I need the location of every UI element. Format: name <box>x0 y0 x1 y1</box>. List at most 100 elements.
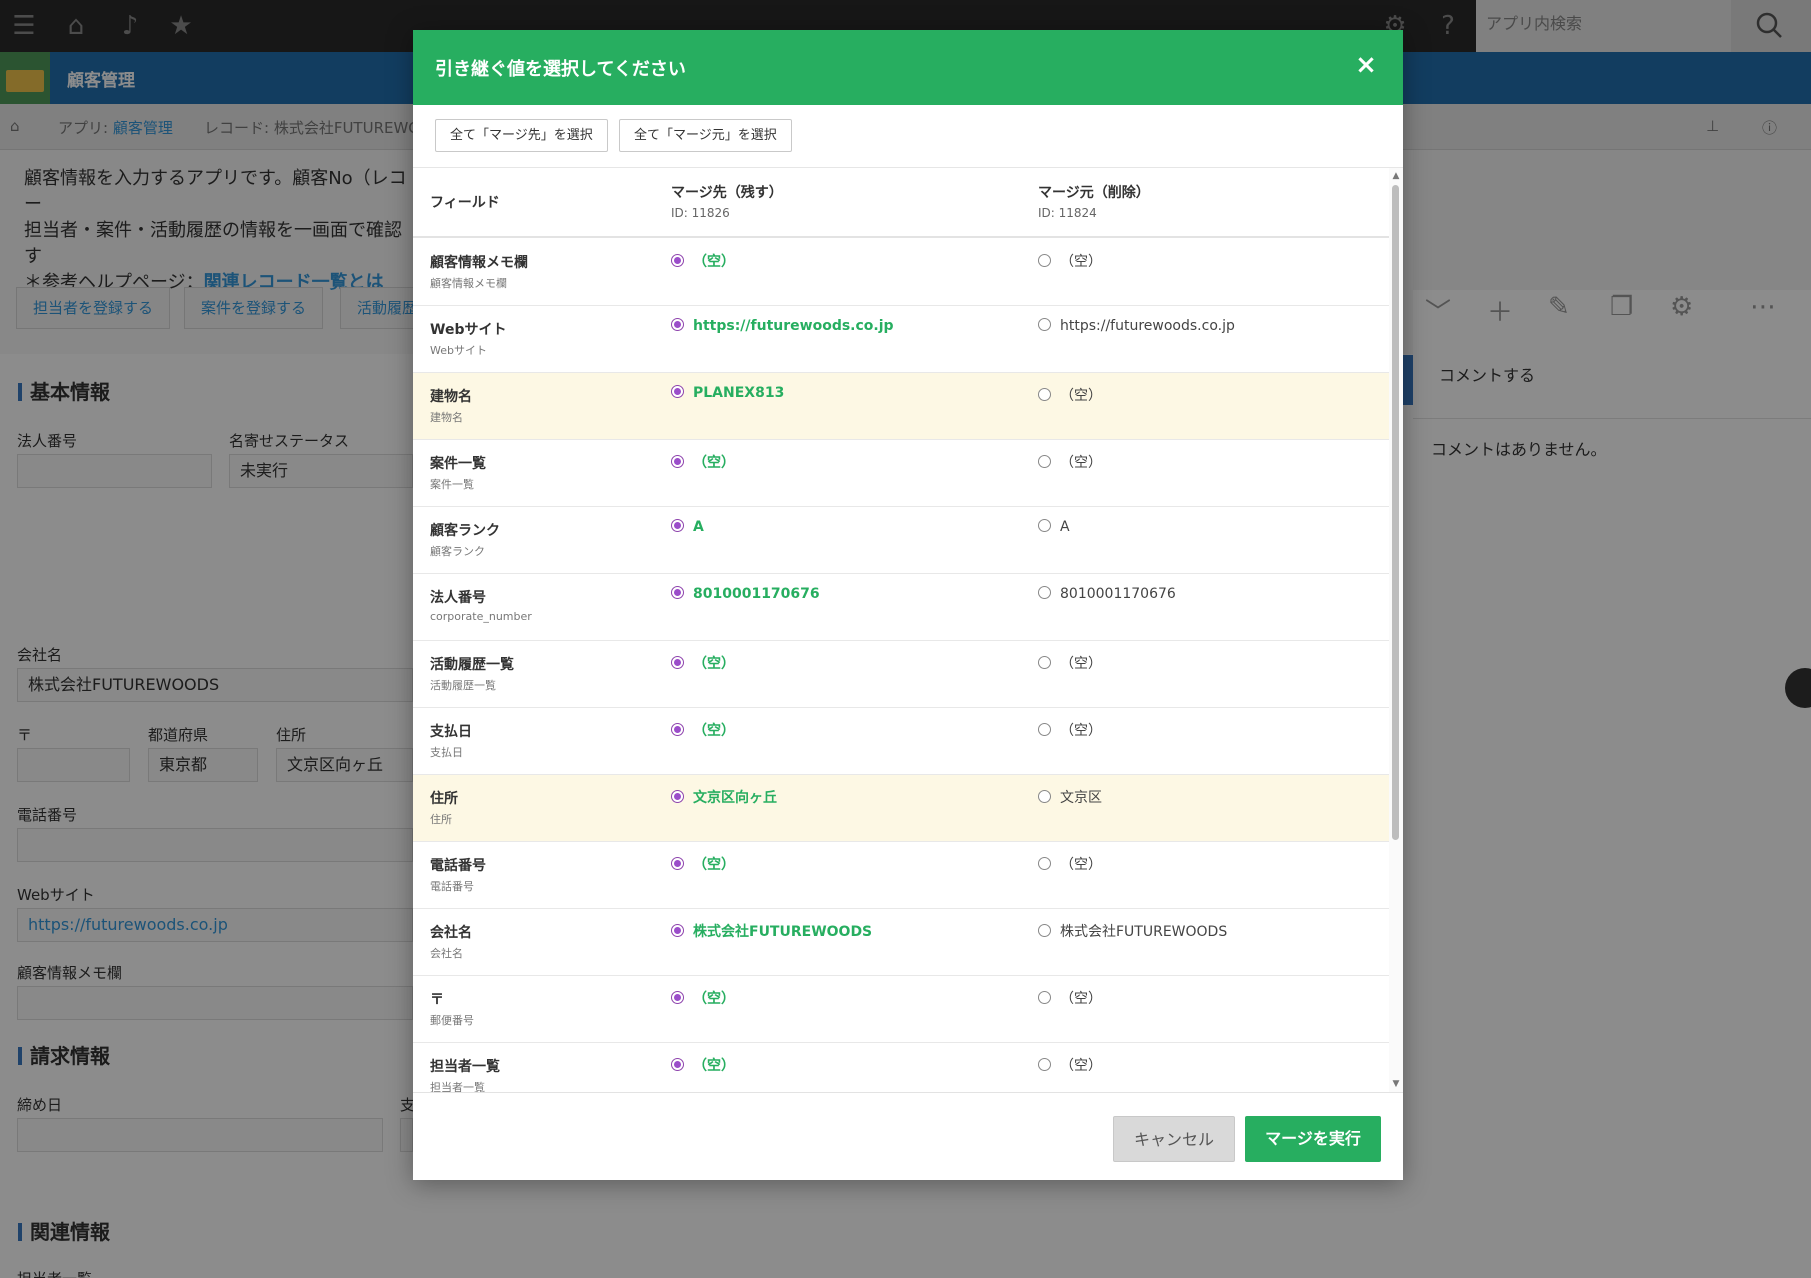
scroll-up-icon[interactable]: ▲ <box>1390 170 1402 182</box>
radio-selected-icon[interactable] <box>671 656 684 669</box>
target-value-option[interactable]: 8010001170676 <box>671 586 820 602</box>
column-target: マージ先（残す） <box>671 185 783 201</box>
source-value-option[interactable]: （空） <box>1038 385 1102 405</box>
radio-unselected-icon[interactable] <box>1038 1058 1051 1071</box>
source-value-option[interactable]: 文京区 <box>1038 787 1102 807</box>
source-value: （空） <box>1060 723 1102 739</box>
radio-unselected-icon[interactable] <box>1038 723 1051 736</box>
radio-unselected-icon[interactable] <box>1038 519 1051 532</box>
radio-selected-icon[interactable] <box>671 924 684 937</box>
target-value-option[interactable]: （空） <box>671 988 735 1008</box>
source-value: https://futurewoods.co.jp <box>1060 318 1235 334</box>
close-icon[interactable]: × <box>1351 50 1381 80</box>
merge-row: 支払日 支払日 （空） （空） <box>413 708 1389 775</box>
source-value: （空） <box>1060 388 1102 404</box>
radio-unselected-icon[interactable] <box>1038 455 1051 468</box>
target-value-option[interactable]: 株式会社FUTUREWOODS <box>671 921 872 941</box>
field-code: 案件一覧 <box>430 478 474 491</box>
target-value-option[interactable]: （空） <box>671 720 735 740</box>
cancel-button[interactable]: キャンセル <box>1113 1116 1235 1162</box>
target-value: 株式会社FUTUREWOODS <box>693 924 873 940</box>
target-value-option[interactable]: （空） <box>671 653 735 673</box>
select-all-target-button[interactable]: 全て「マージ先」を選択 <box>435 119 608 152</box>
radio-selected-icon[interactable] <box>671 723 684 736</box>
merge-row: 案件一覧 案件一覧 （空） （空） <box>413 440 1389 507</box>
source-value: （空） <box>1060 656 1102 672</box>
radio-unselected-icon[interactable] <box>1038 656 1051 669</box>
field-name: 担当者一覧 <box>430 1059 500 1075</box>
target-value: （空） <box>693 991 735 1007</box>
radio-selected-icon[interactable] <box>671 318 684 331</box>
radio-selected-icon[interactable] <box>671 991 684 1004</box>
merge-dialog: 引き継ぐ値を選択してください × 全て「マージ先」を選択 全て「マージ元」を選択… <box>413 30 1403 1180</box>
target-value-option[interactable]: PLANEX813 <box>671 385 784 401</box>
merge-row: 法人番号 corporate_number 8010001170676 8010001… <box>413 574 1389 641</box>
radio-unselected-icon[interactable] <box>1038 318 1051 331</box>
radio-selected-icon[interactable] <box>671 385 684 398</box>
radio-selected-icon[interactable] <box>671 857 684 870</box>
target-value: （空） <box>693 723 735 739</box>
radio-unselected-icon[interactable] <box>1038 857 1051 870</box>
merge-row: 〒郵便番号 （空） （空） <box>413 976 1389 1043</box>
field-name: 活動履歴一覧 <box>430 657 514 673</box>
radio-unselected-icon[interactable] <box>1038 790 1051 803</box>
dialog-title: 引き継ぐ値を選択してください <box>435 59 686 80</box>
target-value-option[interactable]: （空） <box>671 1055 735 1075</box>
merge-row: 会社名 会社名 株式会社FUTUREWOODS 株式会社FUTUREWOODS <box>413 909 1389 976</box>
target-value: A <box>693 519 704 535</box>
target-record-id: ID: 11826 <box>671 206 730 220</box>
field-code: 支払日 <box>430 746 463 759</box>
source-value-option[interactable]: （空） <box>1038 854 1102 874</box>
target-value-option[interactable]: https://futurewoods.co.jp <box>671 318 894 334</box>
dialog-header: 引き継ぐ値を選択してください × <box>413 30 1403 105</box>
source-value-option[interactable]: https://futurewoods.co.jp <box>1038 318 1235 334</box>
source-value-option[interactable]: A <box>1038 519 1070 535</box>
radio-selected-icon[interactable] <box>671 586 684 599</box>
radio-unselected-icon[interactable] <box>1038 991 1051 1004</box>
source-value-option[interactable]: （空） <box>1038 720 1102 740</box>
radio-unselected-icon[interactable] <box>1038 924 1051 937</box>
merge-row: 建物名 建物名 PLANEX813 （空） <box>413 373 1389 440</box>
merge-row: 活動履歴一覧 活動履歴一覧 （空） （空） <box>413 641 1389 708</box>
radio-selected-icon[interactable] <box>671 254 684 267</box>
merge-row: Webサイト Webサイト https://futurewoods.co.jp htt… <box>413 306 1389 373</box>
target-value-option[interactable]: （空） <box>671 251 735 271</box>
target-value-option[interactable]: （空） <box>671 452 735 472</box>
radio-selected-icon[interactable] <box>671 790 684 803</box>
source-value-option[interactable]: （空） <box>1038 452 1102 472</box>
target-value: https://futurewoods.co.jp <box>693 318 894 334</box>
source-value-option[interactable]: （空） <box>1038 1055 1102 1075</box>
field-code: 活動履歴一覧 <box>430 679 496 692</box>
scroll-down-icon[interactable]: ▼ <box>1390 1078 1402 1090</box>
source-value: 文京区 <box>1060 790 1102 806</box>
source-value-option[interactable]: 株式会社FUTUREWOODS <box>1038 921 1227 941</box>
target-value: （空） <box>693 1058 735 1074</box>
radio-selected-icon[interactable] <box>671 1058 684 1071</box>
field-code: Webサイト <box>430 344 487 357</box>
source-value-option[interactable]: （空） <box>1038 988 1102 1008</box>
radio-selected-icon[interactable] <box>671 455 684 468</box>
radio-unselected-icon[interactable] <box>1038 388 1051 401</box>
target-value: 文京区向ヶ丘 <box>693 790 777 806</box>
select-all-source-button[interactable]: 全て「マージ元」を選択 <box>619 119 792 152</box>
execute-merge-button[interactable]: マージを実行 <box>1245 1116 1381 1162</box>
source-value: 株式会社FUTUREWOODS <box>1060 924 1228 940</box>
merge-field-list: 顧客情報メモ欄 顧客情報メモ欄 （空） （空） Webサイト Webサイト https://… <box>413 239 1389 1127</box>
source-value-option[interactable]: 8010001170676 <box>1038 586 1176 602</box>
source-value-option[interactable]: （空） <box>1038 653 1102 673</box>
target-value-option[interactable]: （空） <box>671 854 735 874</box>
field-name: 〒 <box>430 992 444 1008</box>
target-value-option[interactable]: A <box>671 519 704 535</box>
merge-row: 顧客情報メモ欄 顧客情報メモ欄 （空） （空） <box>413 239 1389 306</box>
radio-unselected-icon[interactable] <box>1038 586 1051 599</box>
field-name: 法人番号 <box>430 590 486 606</box>
target-value-option[interactable]: 文京区向ヶ丘 <box>671 787 777 807</box>
radio-selected-icon[interactable] <box>671 519 684 532</box>
source-value-option[interactable]: （空） <box>1038 251 1102 271</box>
scrollbar-thumb[interactable] <box>1392 185 1399 840</box>
column-field: フィールド <box>430 195 500 211</box>
radio-unselected-icon[interactable] <box>1038 254 1051 267</box>
field-name: 会社名 <box>430 925 472 941</box>
source-value: 8010001170676 <box>1060 586 1176 602</box>
merge-row: 電話番号 電話番号 （空） （空） <box>413 842 1389 909</box>
